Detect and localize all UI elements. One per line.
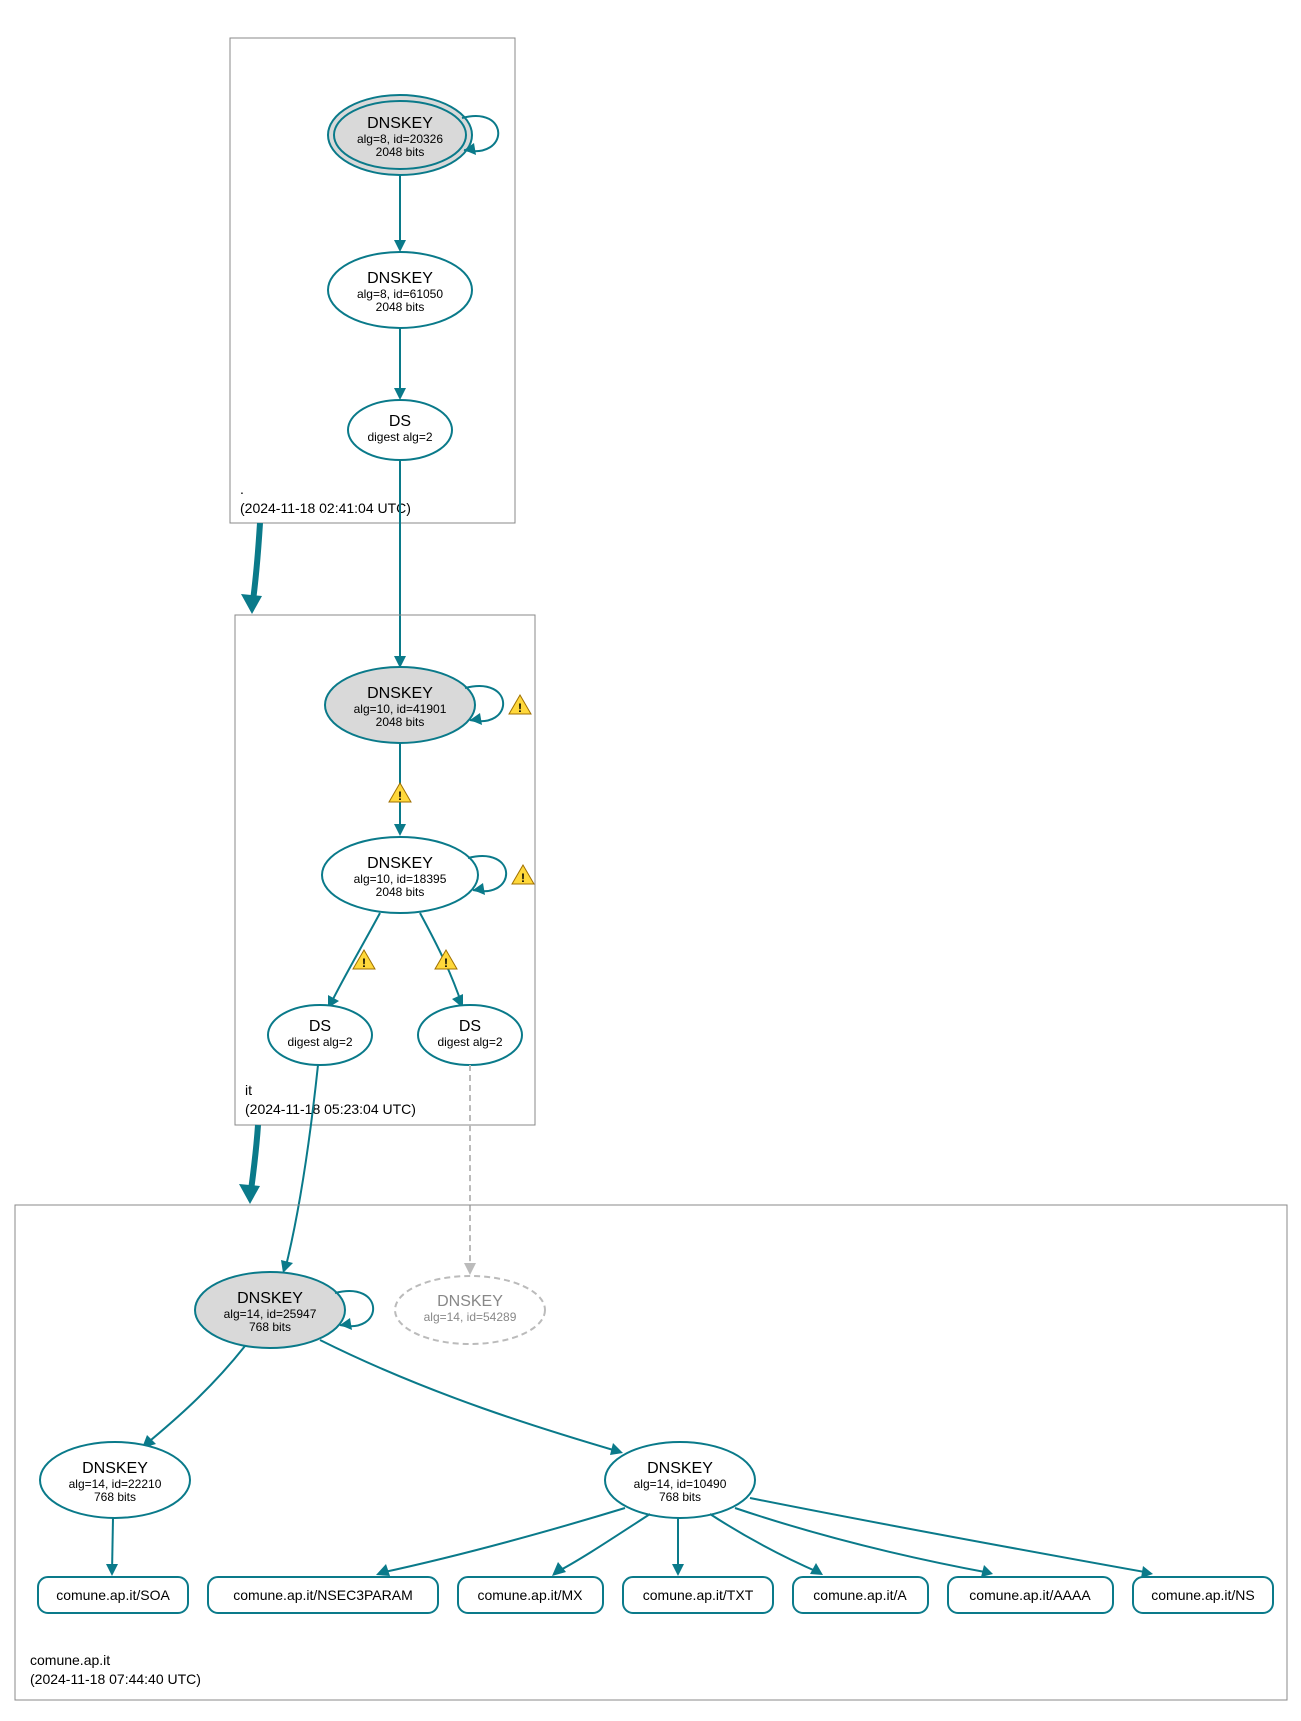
edge-zsk2-mx [552, 1514, 650, 1576]
rr-soa: comune.ap.it/SOA [38, 1577, 188, 1613]
svg-text:DNSKEY: DNSKEY [437, 1293, 503, 1310]
edge-root-ds-it-ksk [394, 460, 406, 668]
warning-icon: ! [512, 865, 534, 885]
node-root-ds: DS digest alg=2 [348, 400, 452, 460]
edge-zsk2-txt [672, 1518, 684, 1576]
svg-text:comune.ap.it/MX: comune.ap.it/MX [477, 1587, 583, 1603]
svg-text:comune.ap.it/A: comune.ap.it/A [813, 1587, 907, 1603]
svg-text:DS: DS [459, 1018, 481, 1035]
edge-root-zsk-ds [394, 328, 406, 400]
edge-root-ksk-zsk [394, 175, 406, 252]
svg-text:alg=10, id=41901: alg=10, id=41901 [354, 702, 447, 716]
svg-text:DS: DS [389, 413, 411, 430]
rr-ns: comune.ap.it/NS [1133, 1577, 1273, 1613]
warning-icon: ! [353, 950, 375, 970]
svg-text:alg=10, id=18395: alg=10, id=18395 [354, 872, 447, 886]
svg-text:2048 bits: 2048 bits [376, 885, 425, 899]
svg-text:DNSKEY: DNSKEY [367, 115, 433, 132]
edge-zone-root-it [241, 523, 262, 614]
svg-text:!: ! [444, 956, 448, 970]
svg-text:2048 bits: 2048 bits [376, 145, 425, 159]
svg-text:alg=14, id=54289: alg=14, id=54289 [424, 1310, 517, 1324]
node-comune-ghost: DNSKEY alg=14, id=54289 [395, 1276, 545, 1344]
edge-it-zsk-ds1 [328, 913, 380, 1008]
warning-icon: ! [435, 950, 457, 970]
zone-root-timestamp: (2024-11-18 02:41:04 UTC) [240, 500, 411, 516]
rr-a: comune.ap.it/A [793, 1577, 928, 1613]
node-comune-zsk1: DNSKEY alg=14, id=22210 768 bits [40, 1442, 190, 1518]
svg-text:digest alg=2: digest alg=2 [367, 430, 432, 444]
svg-text:2048 bits: 2048 bits [376, 300, 425, 314]
svg-text:alg=8, id=20326: alg=8, id=20326 [357, 132, 443, 146]
svg-text:DS: DS [309, 1018, 331, 1035]
svg-text:comune.ap.it/TXT: comune.ap.it/TXT [643, 1587, 754, 1603]
svg-text:768 bits: 768 bits [249, 1320, 291, 1334]
node-root-ksk: DNSKEY alg=8, id=20326 2048 bits [328, 95, 498, 175]
svg-text:DNSKEY: DNSKEY [237, 1290, 303, 1307]
rr-txt: comune.ap.it/TXT [623, 1577, 773, 1613]
svg-text:alg=14, id=10490: alg=14, id=10490 [634, 1477, 727, 1491]
svg-text:DNSKEY: DNSKEY [367, 855, 433, 872]
node-comune-ksk: DNSKEY alg=14, id=25947 768 bits [195, 1272, 373, 1348]
zone-it-timestamp: (2024-11-18 05:23:04 UTC) [245, 1101, 416, 1117]
node-root-zsk: DNSKEY alg=8, id=61050 2048 bits [328, 252, 472, 328]
svg-text:digest alg=2: digest alg=2 [437, 1035, 502, 1049]
svg-text:alg=14, id=25947: alg=14, id=25947 [224, 1307, 317, 1321]
svg-text:DNSKEY: DNSKEY [82, 1460, 148, 1477]
zone-comune-timestamp: (2024-11-18 07:44:40 UTC) [30, 1671, 201, 1687]
zone-root-name: . [240, 481, 244, 497]
edge-comune-ksk-zsk2 [320, 1340, 623, 1455]
svg-text:!: ! [362, 956, 366, 970]
zone-comune-name: comune.ap.it [30, 1652, 110, 1668]
edge-it-ds1-comune-ksk [281, 1065, 318, 1273]
node-it-ksk: DNSKEY alg=10, id=41901 2048 bits [325, 667, 503, 743]
svg-text:768 bits: 768 bits [94, 1490, 136, 1504]
edge-zsk2-aaaa [735, 1508, 993, 1577]
svg-text:comune.ap.it/SOA: comune.ap.it/SOA [56, 1587, 170, 1603]
svg-text:!: ! [521, 871, 525, 885]
edge-comune-ksk-zsk1 [142, 1346, 245, 1448]
svg-text:DNSKEY: DNSKEY [367, 270, 433, 287]
warning-icon: ! [509, 695, 531, 715]
svg-text:comune.ap.it/AAAA: comune.ap.it/AAAA [969, 1587, 1091, 1603]
rr-nsec3param: comune.ap.it/NSEC3PARAM [208, 1577, 438, 1613]
svg-text:alg=8, id=61050: alg=8, id=61050 [357, 287, 443, 301]
svg-text:2048 bits: 2048 bits [376, 715, 425, 729]
node-it-ds1: DS digest alg=2 [268, 1005, 372, 1065]
svg-text:768 bits: 768 bits [659, 1490, 701, 1504]
svg-text:comune.ap.it/NS: comune.ap.it/NS [1151, 1587, 1255, 1603]
edge-zsk1-soa [106, 1518, 118, 1576]
svg-text:DNSKEY: DNSKEY [647, 1460, 713, 1477]
svg-text:!: ! [518, 701, 522, 715]
svg-text:DNSKEY: DNSKEY [367, 685, 433, 702]
svg-text:alg=14, id=22210: alg=14, id=22210 [69, 1477, 162, 1491]
svg-text:!: ! [398, 789, 402, 803]
rr-mx: comune.ap.it/MX [458, 1577, 603, 1613]
zone-it-name: it [245, 1082, 252, 1098]
edge-zsk2-nsec3 [376, 1508, 625, 1576]
edge-it-ds2-comune-ghost [464, 1065, 476, 1275]
edge-zsk2-a [710, 1514, 823, 1575]
node-comune-zsk2: DNSKEY alg=14, id=10490 768 bits [605, 1442, 755, 1518]
edge-zone-it-comune [239, 1125, 260, 1204]
node-it-zsk: DNSKEY alg=10, id=18395 2048 bits [322, 837, 506, 913]
svg-text:comune.ap.it/NSEC3PARAM: comune.ap.it/NSEC3PARAM [233, 1587, 412, 1603]
rr-aaaa: comune.ap.it/AAAA [948, 1577, 1113, 1613]
warning-icon: ! [389, 783, 411, 803]
svg-text:digest alg=2: digest alg=2 [287, 1035, 352, 1049]
node-it-ds2: DS digest alg=2 [418, 1005, 522, 1065]
